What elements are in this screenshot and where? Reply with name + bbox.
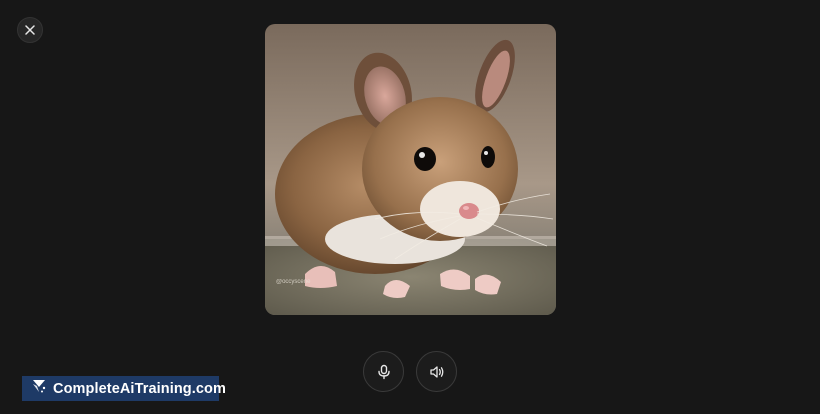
logo-icon [31, 378, 47, 399]
generated-image: @occyscene [265, 24, 556, 315]
close-button[interactable] [17, 17, 43, 43]
controls [363, 351, 457, 392]
image-watermark-text: @occyscene [276, 279, 311, 285]
mouse-image: @occyscene [265, 24, 556, 315]
speaker-button[interactable] [416, 351, 457, 392]
watermark-banner: CompleteAiTraining.com [22, 376, 226, 401]
app: @occyscene CompleteAiTraining.com [0, 0, 820, 414]
close-icon [25, 25, 35, 35]
speaker-icon [429, 364, 445, 380]
microphone-icon [376, 364, 392, 380]
watermark-text: CompleteAiTraining.com [53, 380, 226, 397]
microphone-button[interactable] [363, 351, 404, 392]
